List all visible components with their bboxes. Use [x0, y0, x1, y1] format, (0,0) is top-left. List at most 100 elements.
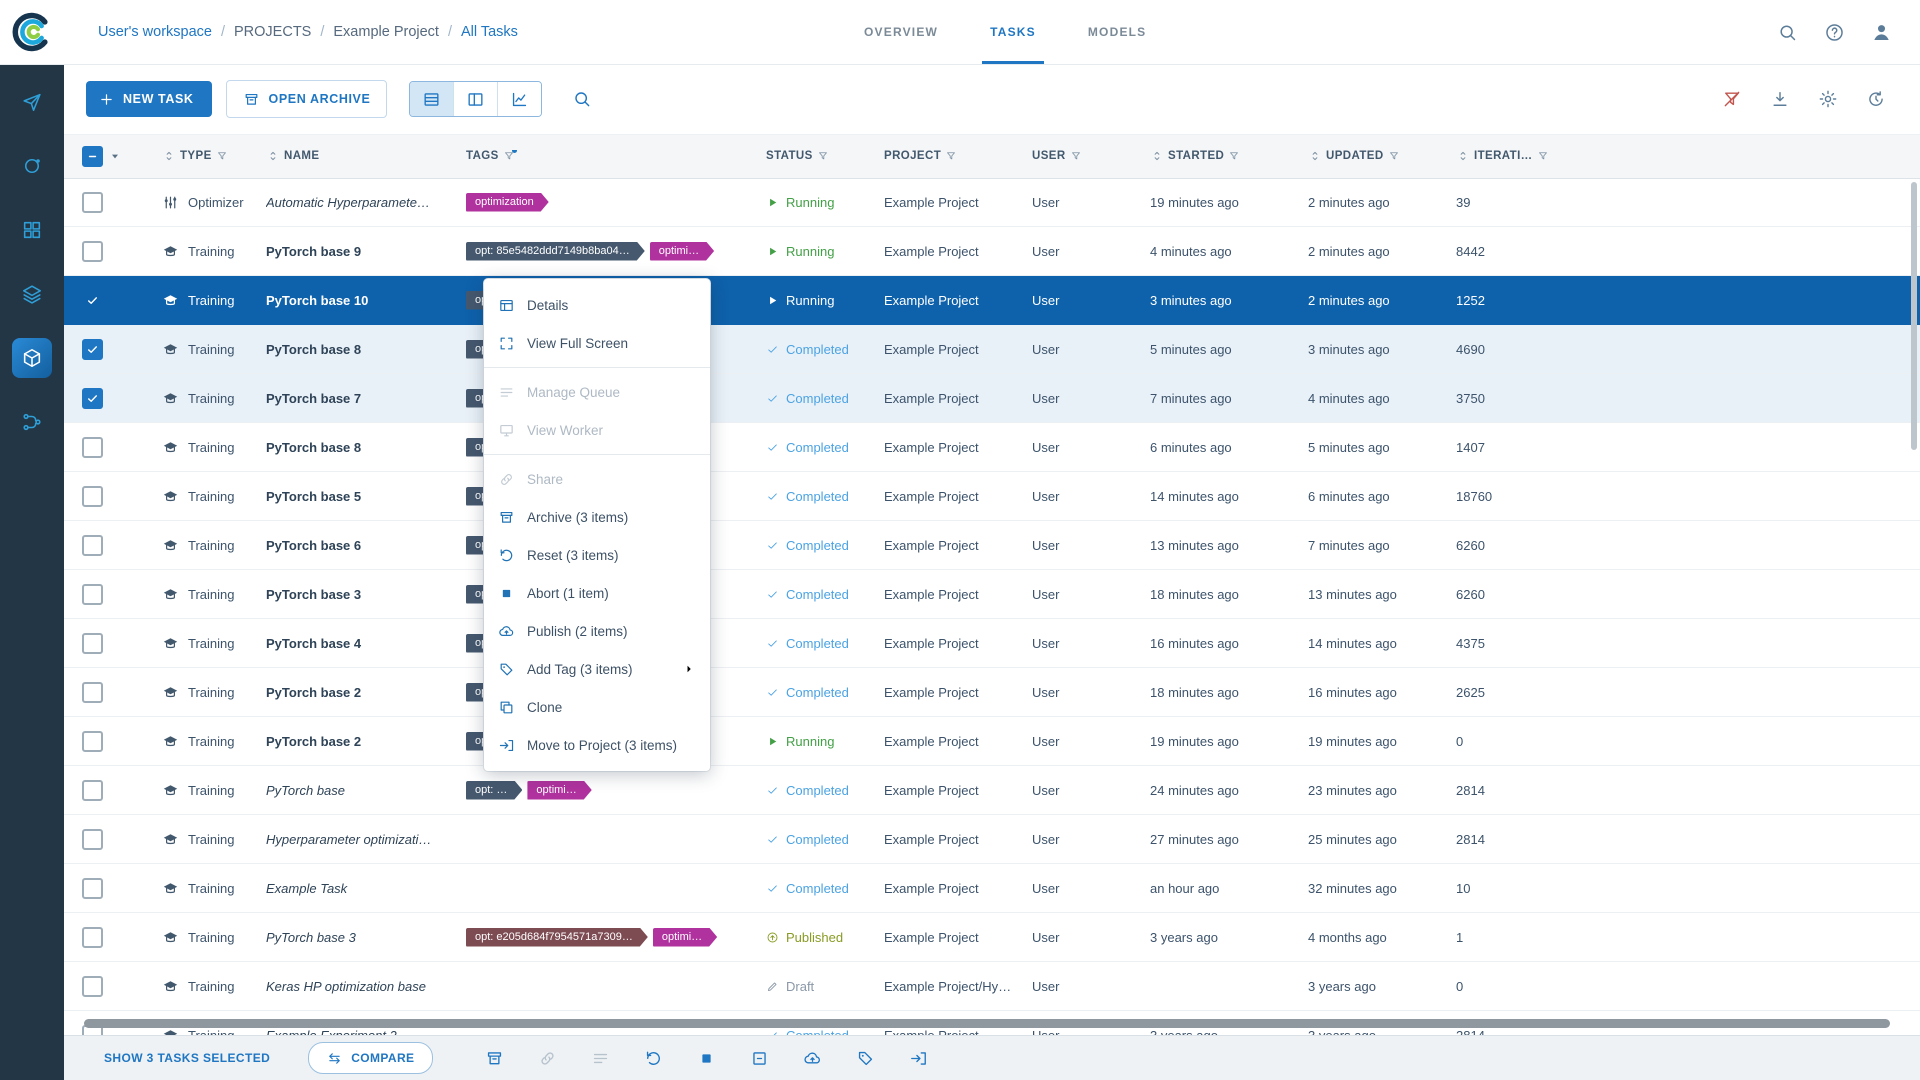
help-icon[interactable] — [1824, 22, 1845, 43]
table-row[interactable]: TrainingPyTorch base 6opt: …optimi…Compl… — [64, 521, 1920, 570]
tag-pill[interactable]: opt: … — [466, 781, 522, 800]
row-checkbox[interactable] — [82, 338, 103, 360]
task-name[interactable]: PyTorch base 6 — [266, 538, 361, 553]
sidebar-item-apps[interactable] — [12, 210, 52, 250]
row-checkbox[interactable] — [82, 681, 103, 703]
table-row[interactable]: TrainingPyTorch base 2opt: …optimi…Runni… — [64, 717, 1920, 766]
column-header-started[interactable]: STARTED — [1150, 149, 1308, 163]
table-row[interactable]: TrainingPyTorch base 8opt: …optimi…Compl… — [64, 325, 1920, 374]
row-checkbox[interactable] — [82, 877, 103, 899]
table-row[interactable]: Training PyTorch base 9 opt: 85e5482ddd714… — [64, 227, 1920, 276]
table-row[interactable]: TrainingPyTorch base 7opt: …optimi…Compl… — [64, 374, 1920, 423]
column-header-status[interactable]: STATUS — [766, 150, 884, 162]
add-tag-icon[interactable] — [856, 1049, 875, 1068]
column-header-updated[interactable]: UPDATED — [1308, 149, 1456, 163]
publish-icon[interactable] — [803, 1049, 822, 1068]
menu-item-add-tag-3-items[interactable]: Add Tag (3 items) — [484, 650, 710, 688]
sidebar-item-datasets[interactable] — [12, 274, 52, 314]
row-checkbox[interactable] — [82, 828, 103, 850]
auto-refresh-icon[interactable] — [1866, 89, 1886, 109]
table-row[interactable]: TrainingPyTorch base 5opt: …optimi…Compl… — [64, 472, 1920, 521]
row-checkbox[interactable] — [82, 730, 103, 752]
breadcrumb-item[interactable]: User's workspace — [98, 24, 212, 40]
column-header-tags[interactable]: TAGS — [466, 150, 766, 162]
table-search-icon[interactable] — [572, 89, 592, 109]
task-name[interactable]: PyTorch base 9 — [266, 244, 361, 259]
abort-icon[interactable] — [697, 1049, 716, 1068]
task-name[interactable]: Hyperparameter optimizati… — [266, 832, 431, 847]
select-all-caret-icon[interactable] — [107, 148, 123, 164]
table-row[interactable]: Optimizer Automatic Hyperparamete… optimiz… — [64, 178, 1920, 227]
task-name[interactable]: PyTorch base 3 — [266, 930, 356, 945]
column-header-user[interactable]: USER — [1032, 150, 1150, 162]
select-all-header[interactable] — [82, 145, 162, 167]
column-header-iterations[interactable]: ITERATI… — [1456, 149, 1920, 163]
detail-view-toggle[interactable] — [453, 82, 498, 116]
row-checkbox[interactable] — [82, 290, 103, 311]
table-row[interactable]: Training PyTorch base opt: … optimi… Complet… — [64, 766, 1920, 815]
sidebar-item-dashboard[interactable] — [12, 146, 52, 186]
row-checkbox[interactable] — [82, 240, 103, 262]
compare-button[interactable]: COMPARE — [308, 1042, 434, 1074]
tag-pill[interactable]: optimization — [466, 193, 549, 212]
table-row[interactable]: Training Keras HP optimization base Draft E… — [64, 962, 1920, 1011]
menu-item-view-full-screen[interactable]: View Full Screen — [484, 324, 710, 362]
menu-item-details[interactable]: Details — [484, 286, 710, 324]
task-name[interactable]: PyTorch base 8 — [266, 342, 361, 357]
task-name[interactable]: PyTorch base 10 — [266, 293, 368, 308]
tag-pill[interactable]: opt: 85e5482ddd7149b8ba04… — [466, 242, 645, 261]
table-row[interactable]: TrainingPyTorch base 4opt: …optimi…Compl… — [64, 619, 1920, 668]
sidebar-item-pipelines[interactable] — [12, 402, 52, 442]
show-selected-toggle[interactable]: SHOW 3 TASKS SELECTED — [104, 1051, 270, 1065]
table-row[interactable]: Training Example Task Completed Example Pro… — [64, 864, 1920, 913]
open-archive-button[interactable]: OPEN ARCHIVE — [225, 80, 388, 118]
row-checkbox[interactable] — [82, 191, 103, 213]
tag-pill[interactable]: optimi… — [653, 928, 717, 947]
tab-overview[interactable]: OVERVIEW — [838, 0, 964, 64]
row-checkbox[interactable] — [82, 485, 103, 507]
menu-item-clone[interactable]: Clone — [484, 688, 710, 726]
avatar[interactable] — [1871, 22, 1892, 43]
tag-pill[interactable]: optimi… — [527, 781, 591, 800]
menu-item-move-to-project-3-items[interactable]: Move to Project (3 items) — [484, 726, 710, 764]
reset-icon[interactable] — [644, 1049, 663, 1068]
breadcrumb-item[interactable]: All Tasks — [461, 24, 518, 40]
row-checkbox[interactable] — [82, 632, 103, 654]
row-checkbox[interactable] — [82, 926, 103, 948]
table-row[interactable]: TrainingPyTorch base 8opt: …optimi…Compl… — [64, 423, 1920, 472]
sidebar-item-projects[interactable] — [12, 338, 52, 378]
task-name[interactable]: PyTorch base 7 — [266, 391, 361, 406]
row-checkbox[interactable] — [82, 387, 103, 409]
task-name[interactable]: Automatic Hyperparamete… — [266, 195, 430, 210]
table-view-toggle[interactable] — [410, 82, 454, 116]
sidebar-item-getting-started[interactable] — [12, 82, 52, 122]
clear-filters-icon[interactable] — [1722, 89, 1742, 109]
download-icon[interactable] — [1770, 89, 1790, 109]
task-name[interactable]: Example Task — [266, 881, 347, 896]
table-row[interactable]: Training PyTorch base 3 opt: e205d684f7954… — [64, 913, 1920, 962]
new-task-button[interactable]: NEW TASK — [86, 81, 212, 117]
tab-tasks[interactable]: TASKS — [964, 0, 1062, 64]
column-header-name[interactable]: NAME — [266, 149, 466, 163]
task-name[interactable]: Keras HP optimization base — [266, 979, 426, 994]
column-header-project[interactable]: PROJECT — [884, 150, 1032, 162]
menu-item-reset-3-items[interactable]: Reset (3 items) — [484, 536, 710, 574]
menu-item-abort-1-item[interactable]: Abort (1 item) — [484, 574, 710, 612]
compare-view-toggle[interactable] — [497, 82, 542, 116]
table-row[interactable]: Training Hyperparameter optimizati… Comple… — [64, 815, 1920, 864]
vertical-scrollbar[interactable] — [1911, 182, 1917, 450]
dequeue-icon[interactable] — [750, 1049, 769, 1068]
task-name[interactable]: PyTorch base 8 — [266, 440, 361, 455]
menu-item-publish-2-items[interactable]: Publish (2 items) — [484, 612, 710, 650]
menu-item-archive-3-items[interactable]: Archive (3 items) — [484, 498, 710, 536]
tag-pill[interactable]: opt: e205d684f7954571a7309… — [466, 928, 648, 947]
move-to-project-icon[interactable] — [909, 1049, 928, 1068]
select-all-checkbox[interactable] — [82, 145, 103, 167]
horizontal-scrollbar[interactable] — [84, 1019, 1890, 1028]
tag-pill[interactable]: optimi… — [650, 242, 714, 261]
table-row[interactable]: TrainingPyTorch base 2opt: …optimi…Compl… — [64, 668, 1920, 717]
row-checkbox[interactable] — [82, 534, 103, 556]
row-checkbox[interactable] — [82, 779, 103, 801]
tab-models[interactable]: MODELS — [1062, 0, 1173, 64]
task-name[interactable]: PyTorch base 2 — [266, 685, 361, 700]
